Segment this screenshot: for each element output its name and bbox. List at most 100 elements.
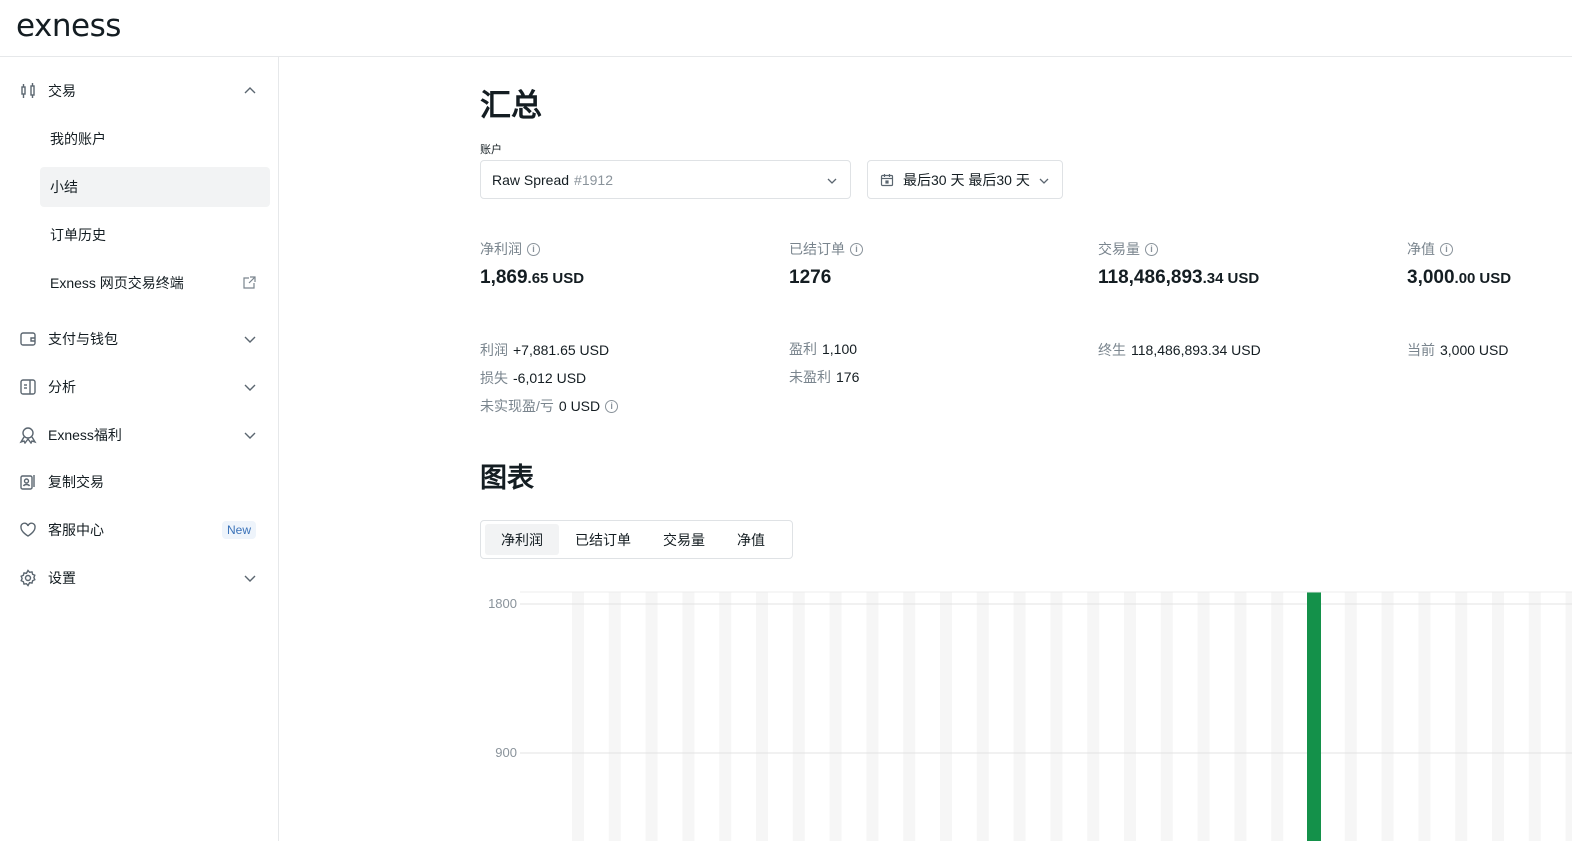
column-band bbox=[1013, 592, 1026, 841]
metric-title: 已结订单 bbox=[789, 241, 845, 257]
info-icon[interactable]: i bbox=[605, 399, 619, 413]
column-band bbox=[940, 592, 952, 841]
column-band bbox=[903, 592, 916, 841]
column-band bbox=[1381, 592, 1394, 841]
chevron-down-icon bbox=[1038, 174, 1050, 186]
column-band bbox=[608, 592, 621, 841]
new-badge: New bbox=[222, 521, 257, 539]
column-band bbox=[1455, 592, 1468, 841]
metric-net-profit: 净利润 i 1,869.65 USD bbox=[480, 240, 584, 289]
info-icon[interactable]: i bbox=[1145, 242, 1158, 256]
account-number: #1912 bbox=[574, 171, 613, 188]
column-band bbox=[756, 592, 768, 841]
metric-currency: USD bbox=[1227, 270, 1260, 287]
account-label: 账户 bbox=[480, 144, 502, 156]
metric-equity: 净值 i 3,000.00 USD bbox=[1407, 240, 1511, 289]
detail-key: 利润 bbox=[480, 342, 508, 358]
top-bar: exness bbox=[0, 0, 1572, 57]
copy-trading-icon bbox=[19, 473, 37, 491]
column-band bbox=[1344, 592, 1357, 841]
column-band bbox=[1271, 592, 1284, 841]
sidebar-item-copy-trading[interactable]: 复制交易 bbox=[0, 462, 279, 502]
tab-equity[interactable]: 净值 bbox=[721, 524, 781, 555]
column-band bbox=[829, 592, 842, 841]
page-title: 汇总 bbox=[480, 88, 542, 123]
detail-loss: 损失 -6,012 USD bbox=[480, 369, 586, 387]
account-name: Raw Spread bbox=[492, 171, 570, 188]
metric-int: 1276 bbox=[789, 267, 832, 288]
sidebar-item-label: 客服中心 bbox=[48, 522, 104, 538]
metric-int: 1,869 bbox=[480, 267, 528, 288]
column-band bbox=[1234, 592, 1247, 841]
sidebar-subitem-label: Exness 网页交易终端 bbox=[50, 275, 184, 291]
column-band bbox=[1050, 592, 1063, 841]
detail-value: 118,486,893.34 USD bbox=[1131, 342, 1261, 358]
analytics-icon bbox=[19, 378, 37, 396]
tab-net-profit[interactable]: 净利润 bbox=[485, 524, 559, 555]
sidebar-item-support[interactable]: 客服中心 New bbox=[0, 510, 279, 550]
detail-value: 0 USD bbox=[558, 398, 601, 414]
sidebar-subitem-summary[interactable]: 小结 bbox=[40, 167, 270, 207]
tab-closed-orders[interactable]: 已结订单 bbox=[559, 524, 647, 555]
column-band bbox=[1160, 592, 1173, 841]
sidebar-item-payments-wallet[interactable]: 支付与钱包 bbox=[0, 319, 279, 359]
sidebar-item-label: 设置 bbox=[48, 570, 76, 586]
metric-title: 净值 bbox=[1407, 241, 1435, 257]
sidebar-item-analytics[interactable]: 分析 bbox=[0, 367, 279, 407]
sidebar-subitem-order-history[interactable]: 订单历史 bbox=[40, 215, 270, 255]
heart-icon bbox=[19, 521, 37, 539]
column-band bbox=[1197, 592, 1210, 841]
metric-currency: USD bbox=[552, 270, 585, 287]
external-link-icon bbox=[242, 276, 256, 290]
column-band bbox=[719, 592, 732, 841]
column-band bbox=[572, 592, 584, 841]
y-tick-label: 1800 bbox=[488, 596, 517, 611]
chevron-down-icon bbox=[243, 332, 257, 346]
sidebar-subitem-my-accounts[interactable]: 我的账户 bbox=[40, 119, 270, 159]
tab-volume[interactable]: 交易量 bbox=[647, 524, 721, 555]
account-select[interactable]: Raw Spread #1912 bbox=[480, 160, 851, 199]
column-band bbox=[645, 592, 658, 841]
column-band bbox=[866, 592, 879, 841]
sidebar-item-label: 交易 bbox=[48, 83, 76, 99]
info-icon[interactable]: i bbox=[1440, 242, 1453, 256]
sidebar-subitem-web-terminal[interactable]: Exness 网页交易终端 bbox=[40, 263, 270, 303]
chevron-up-icon bbox=[243, 84, 257, 98]
calendar-icon bbox=[880, 173, 894, 187]
detail-profitable: 盈利 1,100 bbox=[789, 340, 857, 358]
sidebar-item-label: 支付与钱包 bbox=[48, 331, 118, 347]
sidebar-item-label: 复制交易 bbox=[48, 474, 104, 490]
detail-profit: 利润 +7,881.65 USD bbox=[480, 341, 609, 359]
metric-decimals: .00 bbox=[1454, 270, 1476, 287]
metric-currency: USD bbox=[1479, 270, 1512, 287]
column-band bbox=[1565, 592, 1572, 841]
net-profit-chart: 1800 900 bbox=[488, 591, 1572, 841]
detail-value: 1,100 bbox=[822, 341, 858, 357]
column-band bbox=[1528, 592, 1541, 841]
detail-value: 176 bbox=[836, 369, 860, 385]
chart-tabs: 净利润 已结订单 交易量 净值 bbox=[480, 520, 793, 559]
sidebar-item-trade[interactable]: 交易 bbox=[0, 71, 279, 111]
column-band bbox=[1124, 592, 1136, 841]
metric-decimals: .65 bbox=[527, 270, 549, 287]
candlestick-icon bbox=[19, 82, 37, 100]
chevron-down-icon bbox=[243, 380, 257, 394]
column-band bbox=[1492, 592, 1504, 841]
sidebar-item-settings[interactable]: 设置 bbox=[0, 558, 279, 598]
date-range-select[interactable]: 最后30 天 最后30 天 bbox=[867, 160, 1063, 199]
chevron-down-icon bbox=[826, 174, 838, 186]
sidebar: 交易 我的账户 小结 订单历史 Exness 网页交易终端 支付与钱包 分析 E… bbox=[0, 57, 279, 841]
metric-int: 118,486,893 bbox=[1098, 267, 1203, 288]
sidebar-subitem-label: 订单历史 bbox=[50, 227, 106, 243]
sidebar-item-exness-benefits[interactable]: Exness福利 bbox=[0, 415, 279, 455]
chevron-down-icon bbox=[243, 571, 257, 585]
detail-key: 当前 bbox=[1407, 342, 1435, 358]
info-icon[interactable]: i bbox=[527, 242, 540, 256]
info-icon[interactable]: i bbox=[850, 242, 863, 256]
metric-title: 净利润 bbox=[480, 241, 522, 257]
metric-closed-orders: 已结订单 i 1276 bbox=[789, 240, 863, 289]
column-band bbox=[976, 592, 989, 841]
detail-value: 3,000 USD bbox=[1440, 342, 1509, 358]
exness-logo[interactable]: exness bbox=[16, 8, 121, 44]
column-band bbox=[682, 592, 695, 841]
